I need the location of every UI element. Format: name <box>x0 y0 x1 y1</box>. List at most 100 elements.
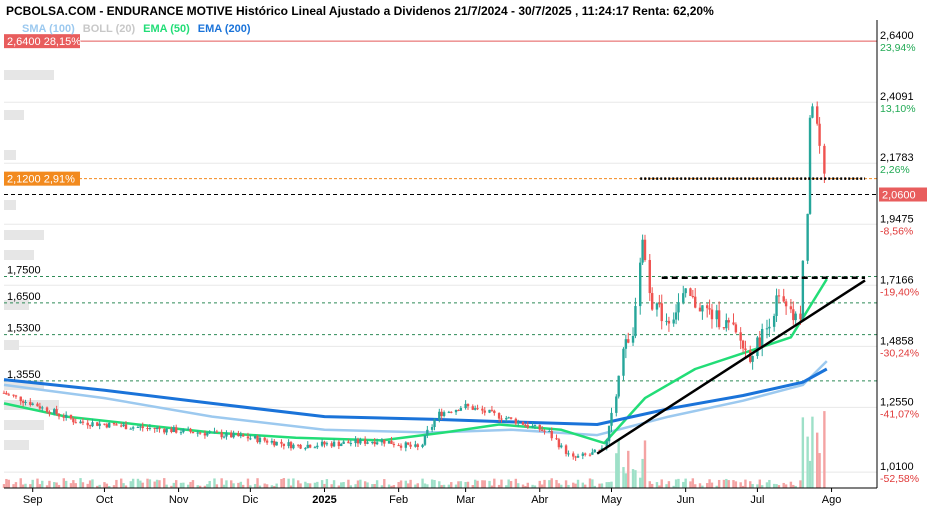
candle-body <box>794 313 797 321</box>
volume-bar <box>115 479 118 488</box>
volume-bar <box>610 481 613 488</box>
candle-body <box>533 424 537 426</box>
volume-bar <box>421 478 424 488</box>
volume-bar <box>12 484 15 488</box>
volume-bar <box>246 478 250 488</box>
chart-background <box>0 0 932 512</box>
legend-item: BOLL (20) <box>83 23 136 35</box>
candle-body <box>287 442 290 447</box>
candle-body <box>682 293 685 303</box>
high-price-tag-value: 2,6400 28,15% <box>7 36 81 48</box>
volume-bar <box>182 482 185 488</box>
candle-body <box>96 422 99 426</box>
candle-body <box>447 411 451 413</box>
candle-body <box>760 328 764 347</box>
candle-body <box>270 440 274 443</box>
candle-body <box>524 424 527 426</box>
candle-body <box>203 433 207 436</box>
candle-body <box>732 322 735 325</box>
volume-bar <box>163 478 166 488</box>
candle-body <box>148 428 152 430</box>
volume-bar <box>698 483 702 488</box>
candle-body <box>112 422 116 425</box>
volume-bar <box>256 478 259 488</box>
candle-body <box>74 422 77 424</box>
candle-body <box>473 408 477 410</box>
volume-bar <box>340 482 343 488</box>
y-tick-pct: 13,10% <box>880 103 916 115</box>
candle-body <box>232 433 235 438</box>
candle-body <box>641 239 644 263</box>
volume-profile-bar <box>4 250 34 260</box>
candle-body <box>146 428 149 430</box>
volume-bar <box>287 478 290 488</box>
candle-body <box>818 123 821 146</box>
candle-body <box>588 454 592 456</box>
volume-bar <box>765 482 769 488</box>
candle-body <box>213 431 216 433</box>
x-tick-label: May <box>601 494 622 506</box>
candle-body <box>416 444 419 447</box>
candle-body <box>155 427 159 430</box>
volume-bar <box>744 479 747 488</box>
candle-body <box>543 430 546 432</box>
volume-bar <box>459 481 463 488</box>
volume-bar <box>622 467 625 488</box>
volume-bar <box>320 480 324 488</box>
candle-body <box>306 444 309 449</box>
volume-bar <box>237 482 240 488</box>
candle-body <box>717 310 721 328</box>
candle-body <box>507 417 510 419</box>
legend-item: EMA (200) <box>198 23 251 35</box>
volume-profile-bar <box>4 230 44 240</box>
volume-bar <box>734 481 738 488</box>
x-tick-label: Sep <box>23 494 43 506</box>
candle-body <box>576 455 580 458</box>
candle-body <box>756 337 759 357</box>
x-tick-label: Mar <box>456 494 475 506</box>
volume-bar <box>717 479 721 488</box>
candle-body <box>768 326 771 329</box>
candle-body <box>172 427 176 433</box>
y-tick-label: 1,4858 <box>880 335 914 347</box>
candle-body <box>476 408 479 410</box>
y-tick-pct: -52,58% <box>880 473 919 485</box>
candle-body <box>792 309 795 321</box>
candle-body <box>69 414 73 419</box>
candle-body <box>722 327 726 329</box>
candle-body <box>660 303 663 322</box>
y-tick-label: 1,7166 <box>880 274 914 286</box>
volume-bar <box>557 483 561 488</box>
volume-bar <box>131 478 135 488</box>
volume-bar <box>7 479 10 488</box>
volume-bar <box>36 478 39 488</box>
volume-profile-bar <box>4 440 29 450</box>
candle-body <box>239 434 242 437</box>
candle-body <box>21 401 25 403</box>
volume-bar <box>347 479 350 488</box>
candle-body <box>560 445 563 448</box>
volume-profile-bar <box>4 340 19 350</box>
candle-body <box>81 421 85 423</box>
candle-body <box>153 428 156 430</box>
volume-bar <box>387 484 391 488</box>
volume-bar <box>588 478 592 488</box>
candle-body <box>548 431 551 433</box>
candle-body <box>241 434 245 437</box>
volume-bar <box>213 478 216 488</box>
volume-bar <box>129 481 132 488</box>
candle-body <box>672 319 675 324</box>
candle-body <box>481 408 484 411</box>
candle-body <box>179 432 183 434</box>
candle-body <box>189 428 192 432</box>
volume-bar <box>705 483 709 488</box>
candle-body <box>320 441 324 446</box>
volume-bar <box>627 450 630 488</box>
candle-body <box>31 403 34 405</box>
candle-body <box>684 288 687 294</box>
mid-price-tag-value: 2,1200 2,91% <box>7 174 75 186</box>
volume-bar <box>239 481 242 488</box>
candle-body <box>811 106 814 118</box>
volume-bar <box>179 482 183 488</box>
candle-body <box>698 307 702 312</box>
